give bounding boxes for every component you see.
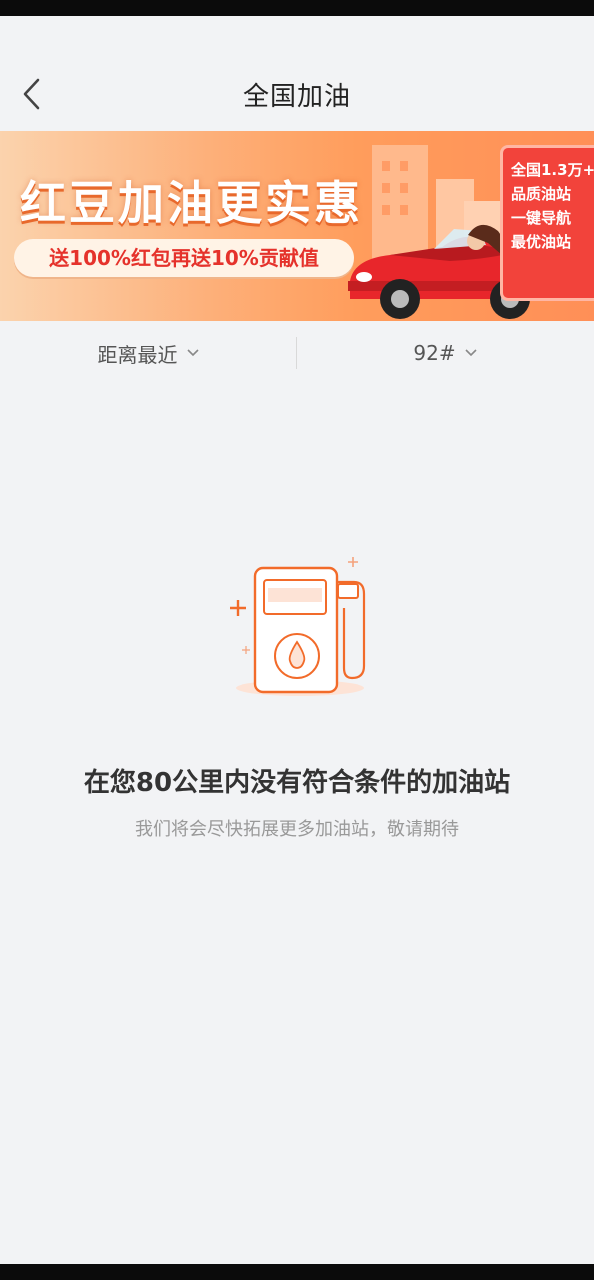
chevron-down-icon — [186, 349, 199, 357]
empty-state-subtitle: 我们将会尽快拓展更多加油站，敬请期待 — [135, 819, 459, 840]
banner-subline: 送100%红包再送10%贡献值 — [14, 239, 354, 277]
promo-banner[interactable]: 红豆加油更实惠 送100%红包再送10%贡献值 全国1.3万+ 品质油站 一键导… — [0, 131, 594, 321]
status-bar — [0, 0, 594, 16]
system-navigation-bar — [0, 1264, 594, 1280]
banner-card-line: 品质油站 — [511, 185, 572, 203]
banner-card-line: 全国1.3万+ — [511, 161, 594, 179]
banner-headline: 红豆加油更实惠 — [20, 176, 363, 230]
banner-feature-card: 全国1.3万+ 品质油站 一键导航 最优油站 — [500, 145, 594, 301]
fuel-type-label: 92# — [413, 341, 456, 365]
sort-filter-dropdown[interactable]: 距离最近 — [0, 321, 297, 385]
sort-filter-label: 距离最近 — [97, 342, 178, 367]
banner-card-line: 最优油站 — [511, 233, 572, 251]
header: 全国加油 — [0, 16, 594, 131]
fuel-pump-icon — [230, 557, 366, 696]
fuel-type-dropdown[interactable]: 92# — [297, 321, 594, 385]
filter-bar: 距离最近 92# — [0, 321, 594, 385]
banner-card-line: 一键导航 — [511, 209, 572, 227]
empty-state-title: 在您80公里内没有符合条件的加油站 — [83, 768, 511, 798]
page-title: 全国加油 — [242, 82, 351, 112]
chevron-down-icon — [465, 349, 477, 357]
